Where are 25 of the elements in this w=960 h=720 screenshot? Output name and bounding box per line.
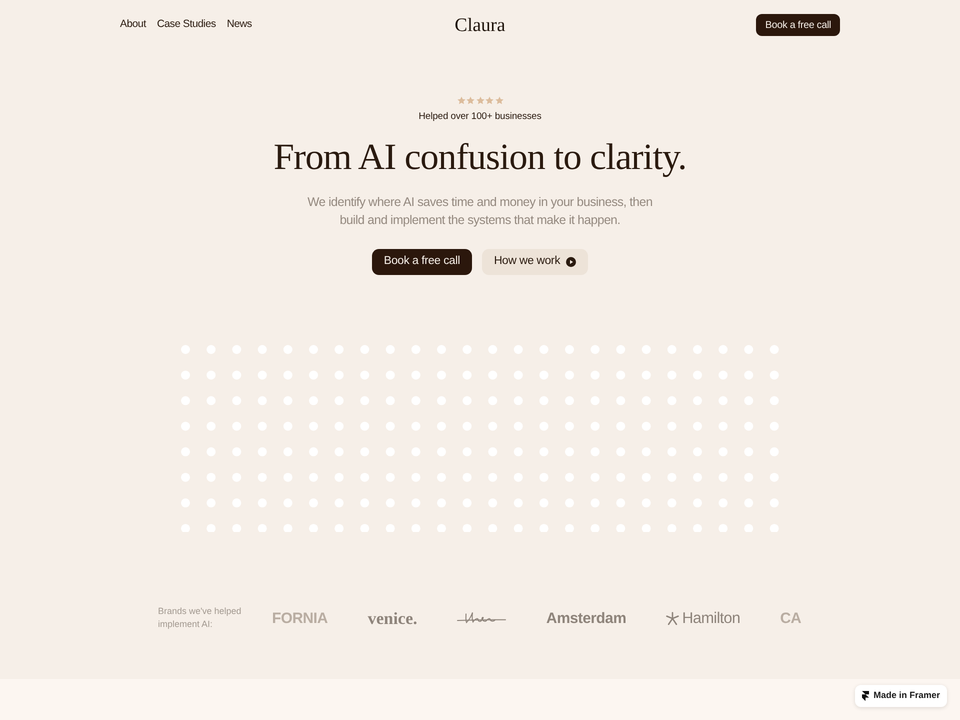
star-icon bbox=[466, 96, 475, 105]
logo-icon bbox=[862, 691, 870, 701]
brands-caption: Brands we've helped implement AI: bbox=[158, 605, 242, 632]
star-icon bbox=[485, 96, 494, 105]
asterisk-icon bbox=[666, 612, 680, 625]
hero-headline: From AI confusion to clarity. bbox=[274, 138, 686, 176]
book-call-button[interactable]: Book a free call bbox=[756, 14, 840, 36]
made-in-framer-badge[interactable]: Made in Framer bbox=[855, 685, 947, 707]
site-logo[interactable]: Claura bbox=[454, 16, 506, 34]
brand-logo: Amsterdam bbox=[546, 610, 626, 626]
book-call-button[interactable]: Book a free call bbox=[372, 248, 472, 274]
brand-logo: venice. bbox=[368, 610, 418, 627]
star-icon bbox=[456, 96, 466, 105]
star-icon bbox=[476, 96, 484, 105]
nav-link[interactable]: News bbox=[226, 17, 252, 33]
nav-link[interactable]: About bbox=[120, 17, 146, 33]
nav-link[interactable]: Case Studies bbox=[156, 17, 216, 33]
rating-caption: Helped over 100+ businesses bbox=[418, 112, 542, 122]
how-we-work-button[interactable]: How we work bbox=[482, 248, 588, 274]
brand-logo: Hamilton bbox=[682, 610, 740, 626]
play-icon bbox=[566, 256, 576, 266]
star-icon bbox=[494, 96, 504, 105]
brand-logo: FORNIA bbox=[272, 610, 328, 626]
hero-subheadline: We identify where AI saves time and money in your business, then build and implement the systems that make it happen. bbox=[306, 194, 654, 228]
brand-logo: CA bbox=[780, 610, 802, 626]
